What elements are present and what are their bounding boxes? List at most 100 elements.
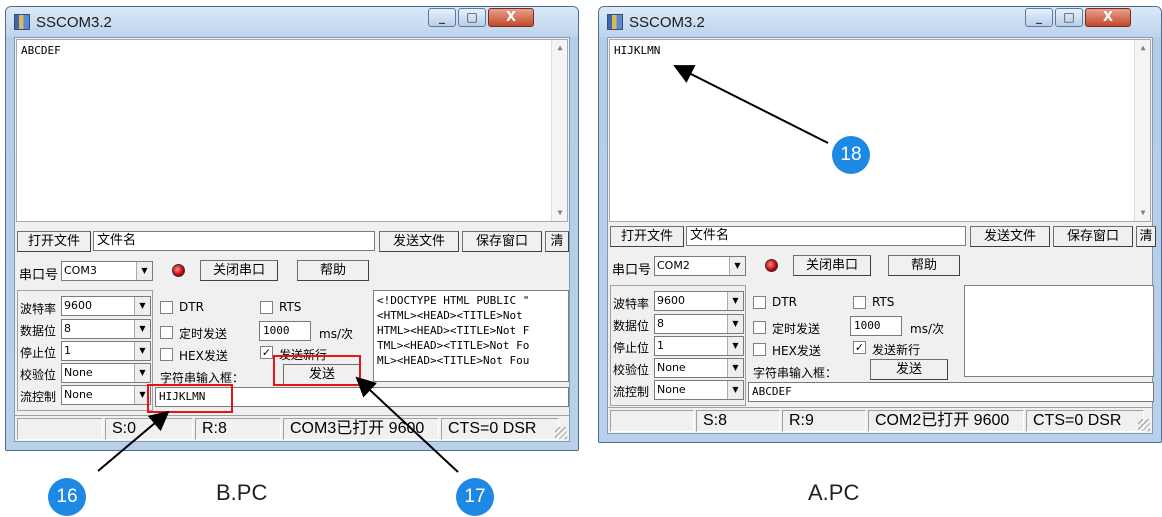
flow-select[interactable]: None ▼ bbox=[654, 380, 744, 400]
status-received: R:9 bbox=[782, 410, 866, 432]
stopbits-value: 1 bbox=[657, 339, 664, 352]
receive-scrollbar[interactable]: ▲ ▼ bbox=[551, 40, 567, 221]
help-button[interactable]: 帮助 bbox=[297, 260, 369, 281]
newline-checkbox[interactable]: ✓ bbox=[260, 346, 273, 359]
sscom-window-a: SSCOM3.2 _ □ X HIJKLMN ▲ ▼ 打开文件 文件名 发送文件… bbox=[598, 6, 1162, 443]
chevron-down-icon[interactable]: ▼ bbox=[727, 381, 743, 399]
interval-unit: ms/次 bbox=[319, 327, 353, 341]
response-line: HTML><HEAD><TITLE>Not F bbox=[377, 324, 530, 337]
chevron-down-icon[interactable]: ▼ bbox=[729, 257, 745, 275]
close-button[interactable]: X bbox=[488, 8, 534, 27]
response-line: <!DOCTYPE HTML PUBLIC " bbox=[377, 294, 530, 307]
parity-select[interactable]: None ▼ bbox=[61, 363, 151, 383]
stopbits-select[interactable]: 1 ▼ bbox=[654, 336, 744, 356]
maximize-button[interactable]: □ bbox=[458, 8, 486, 27]
close-button[interactable]: X bbox=[1085, 8, 1131, 27]
maximize-button[interactable]: □ bbox=[1055, 8, 1083, 27]
close-port-button[interactable]: 关闭串口 bbox=[200, 260, 278, 281]
scroll-down-icon[interactable]: ▼ bbox=[1135, 205, 1151, 221]
hex-send-checkbox[interactable] bbox=[160, 348, 173, 361]
stopbits-select[interactable]: 1 ▼ bbox=[61, 341, 151, 361]
port-label: 串口号 bbox=[19, 268, 59, 283]
status-cell-blank bbox=[610, 410, 694, 432]
clear-button[interactable]: 清 bbox=[1136, 226, 1156, 247]
chevron-down-icon[interactable]: ▼ bbox=[136, 262, 152, 280]
callout-18: 18 bbox=[832, 136, 870, 174]
stopbits-label: 停止位 bbox=[613, 341, 650, 355]
chevron-down-icon[interactable]: ▼ bbox=[134, 364, 150, 382]
newline-checkbox[interactable]: ✓ bbox=[853, 341, 866, 354]
parity-select[interactable]: None ▼ bbox=[654, 358, 744, 378]
scroll-down-icon[interactable]: ▼ bbox=[552, 205, 568, 221]
rts-checkbox[interactable] bbox=[853, 296, 866, 309]
close-port-button[interactable]: 关闭串口 bbox=[793, 255, 871, 276]
response-area[interactable] bbox=[964, 285, 1154, 377]
save-window-button[interactable]: 保存窗口 bbox=[462, 231, 542, 252]
chevron-down-icon[interactable]: ▼ bbox=[727, 292, 743, 310]
send-file-button[interactable]: 发送文件 bbox=[970, 226, 1050, 247]
port-select[interactable]: COM3 ▼ bbox=[61, 261, 153, 281]
send-button[interactable]: 发送 bbox=[870, 359, 948, 380]
highlight-send-input bbox=[147, 384, 233, 413]
minimize-button[interactable]: _ bbox=[428, 8, 456, 27]
hex-send-checkbox[interactable] bbox=[753, 343, 766, 356]
scroll-up-icon[interactable]: ▲ bbox=[1135, 40, 1151, 56]
baud-select[interactable]: 9600 ▼ bbox=[654, 291, 744, 311]
chevron-down-icon[interactable]: ▼ bbox=[727, 315, 743, 333]
baud-select[interactable]: 9600 ▼ bbox=[61, 296, 151, 316]
status-lines: CTS=0 DSR bbox=[441, 418, 559, 440]
flow-select[interactable]: None ▼ bbox=[61, 385, 151, 405]
resize-grip-icon[interactable] bbox=[555, 427, 567, 439]
port-label: 串口号 bbox=[612, 263, 652, 278]
title-bar[interactable]: SSCOM3.2 _ □ X bbox=[599, 7, 1161, 37]
port-select[interactable]: COM2 ▼ bbox=[654, 256, 746, 276]
databits-label: 数据位 bbox=[613, 319, 650, 333]
interval-field[interactable]: 1000 bbox=[259, 321, 311, 341]
chevron-down-icon[interactable]: ▼ bbox=[134, 320, 150, 338]
rts-checkbox[interactable] bbox=[260, 301, 273, 314]
filename-field[interactable]: 文件名 bbox=[686, 226, 966, 246]
databits-select[interactable]: 8 ▼ bbox=[61, 319, 151, 339]
receive-area[interactable]: HIJKLMN ▲ ▼ bbox=[609, 39, 1151, 222]
send-input[interactable]: ABCDEF bbox=[748, 382, 1154, 402]
timed-send-checkbox[interactable] bbox=[160, 326, 173, 339]
databits-select[interactable]: 8 ▼ bbox=[654, 314, 744, 334]
app-icon bbox=[14, 14, 30, 30]
resize-grip-icon[interactable] bbox=[1138, 419, 1150, 431]
chevron-down-icon[interactable]: ▼ bbox=[727, 337, 743, 355]
minimize-button[interactable]: _ bbox=[1025, 8, 1053, 27]
chevron-down-icon[interactable]: ▼ bbox=[727, 359, 743, 377]
window-client: HIJKLMN ▲ ▼ 打开文件 文件名 发送文件 保存窗口 清 串口号 COM… bbox=[607, 37, 1156, 434]
open-file-button[interactable]: 打开文件 bbox=[610, 226, 684, 247]
response-area[interactable]: <!DOCTYPE HTML PUBLIC " <HTML><HEAD><TIT… bbox=[373, 290, 569, 382]
hex-send-label: HEX发送 bbox=[772, 344, 821, 358]
dtr-checkbox[interactable] bbox=[753, 296, 766, 309]
title-bar[interactable]: SSCOM3.2 _ □ X bbox=[6, 7, 578, 37]
open-file-button[interactable]: 打开文件 bbox=[17, 231, 91, 252]
stopbits-value: 1 bbox=[64, 344, 71, 357]
port-status-led-icon bbox=[172, 264, 185, 277]
timed-send-checkbox[interactable] bbox=[753, 321, 766, 334]
receive-scrollbar[interactable]: ▲ ▼ bbox=[1134, 40, 1150, 221]
rts-label: RTS bbox=[279, 300, 302, 314]
scroll-up-icon[interactable]: ▲ bbox=[552, 40, 568, 56]
dtr-checkbox[interactable] bbox=[160, 301, 173, 314]
status-sent: S:8 bbox=[696, 410, 780, 432]
receive-area[interactable]: ABCDEF ▲ ▼ bbox=[16, 39, 568, 222]
flow-value: None bbox=[657, 383, 686, 396]
flow-label: 流控制 bbox=[20, 390, 57, 404]
status-port: COM3已打开 9600 bbox=[283, 418, 439, 440]
send-file-button[interactable]: 发送文件 bbox=[379, 231, 459, 252]
chevron-down-icon[interactable]: ▼ bbox=[134, 342, 150, 360]
filename-field[interactable]: 文件名 bbox=[93, 231, 375, 251]
clear-button[interactable]: 清 bbox=[545, 231, 569, 252]
chevron-down-icon[interactable]: ▼ bbox=[134, 297, 150, 315]
status-cell-blank bbox=[17, 418, 103, 440]
interval-field[interactable]: 1000 bbox=[850, 316, 902, 336]
save-window-button[interactable]: 保存窗口 bbox=[1053, 226, 1133, 247]
input-label: 字符串输入框： bbox=[753, 366, 838, 380]
port-status-led-icon bbox=[765, 259, 778, 272]
baud-value: 9600 bbox=[64, 299, 92, 312]
status-bar: S:0 R:8 COM3已打开 9600 CTS=0 DSR bbox=[15, 415, 569, 441]
help-button[interactable]: 帮助 bbox=[888, 255, 960, 276]
